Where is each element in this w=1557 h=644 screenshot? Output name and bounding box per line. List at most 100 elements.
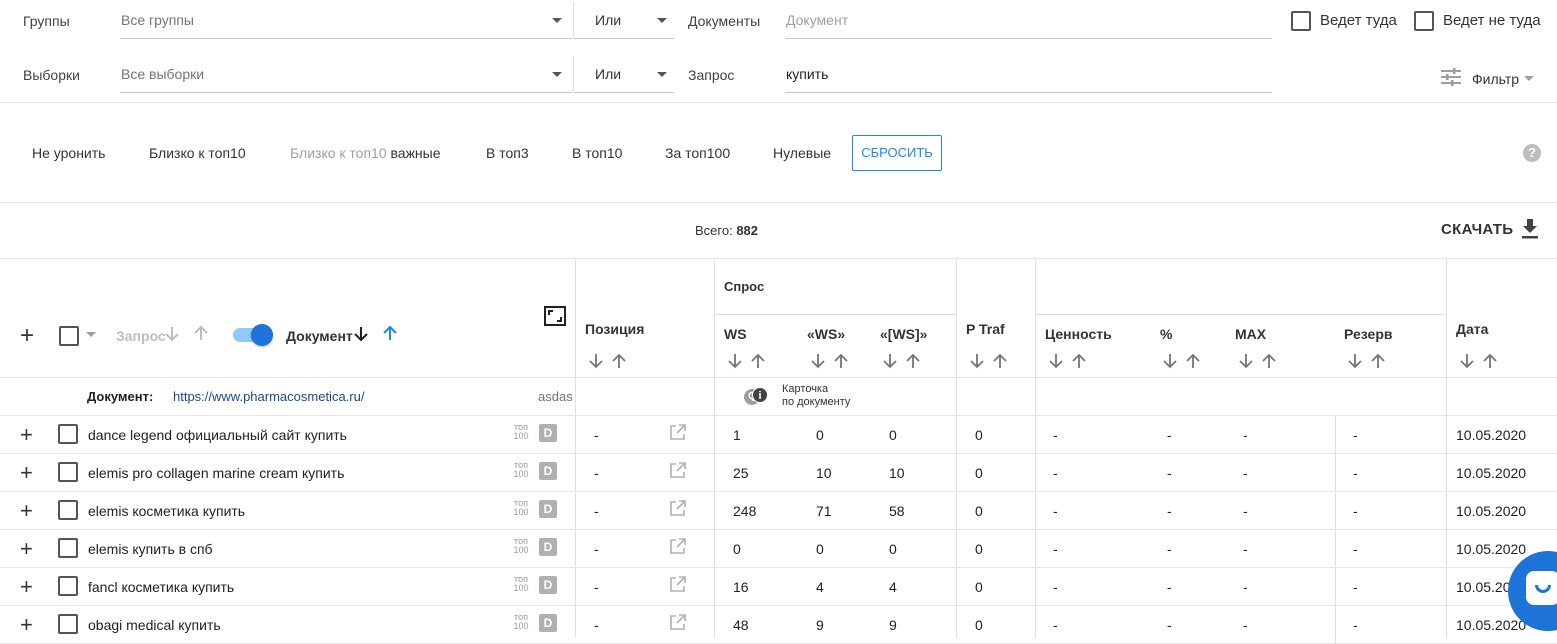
table-row[interactable]: + fancl косметика купить топ 100 D - 16 4… bbox=[0, 568, 1557, 606]
expand-all-icon[interactable]: + bbox=[20, 324, 34, 348]
percent-column-header[interactable]: % bbox=[1160, 326, 1172, 342]
max-sort-desc-icon[interactable] bbox=[1238, 353, 1254, 372]
chip-dont-drop[interactable]: Не уронить bbox=[32, 145, 105, 161]
chevron-down-icon[interactable] bbox=[86, 332, 96, 337]
sort-desc-icon[interactable] bbox=[353, 326, 369, 345]
select-all-checkbox[interactable] bbox=[59, 326, 79, 346]
filter-sliders-icon[interactable] bbox=[1441, 68, 1461, 89]
chip-close-to-top10-important[interactable]: Близко к топ10 важные bbox=[290, 145, 441, 161]
row-checkbox[interactable] bbox=[58, 538, 78, 558]
sort-desc-icon[interactable] bbox=[164, 326, 180, 345]
reserve-cell: - bbox=[1353, 503, 1358, 519]
open-external-icon[interactable] bbox=[669, 499, 687, 520]
max-sort-asc-icon[interactable] bbox=[1261, 353, 1277, 372]
chip-zero[interactable]: Нулевые bbox=[773, 145, 831, 161]
expand-row-icon[interactable]: + bbox=[20, 500, 33, 522]
value-sort-asc-icon[interactable] bbox=[1071, 353, 1087, 372]
reserve-sort-asc-icon[interactable] bbox=[1370, 353, 1386, 372]
or-select-2[interactable]: Или bbox=[574, 54, 674, 93]
row-checkbox[interactable] bbox=[58, 500, 78, 520]
position-sort-desc-icon[interactable] bbox=[588, 353, 604, 372]
quoted-ws-sort-desc-icon[interactable] bbox=[810, 353, 826, 372]
help-icon[interactable]: ? bbox=[1523, 144, 1541, 162]
row-checkbox[interactable] bbox=[58, 462, 78, 482]
download-icon[interactable] bbox=[1521, 219, 1539, 242]
document-toggle[interactable] bbox=[233, 324, 273, 346]
expand-row-icon[interactable]: + bbox=[20, 614, 33, 636]
document-column-header[interactable]: Документ bbox=[286, 328, 353, 344]
bracket-ws-sort-desc-icon[interactable] bbox=[882, 353, 898, 372]
row-checkbox[interactable] bbox=[58, 576, 78, 596]
leads-there-checkbox[interactable] bbox=[1291, 11, 1311, 31]
ws-sort-asc-icon[interactable] bbox=[750, 353, 766, 372]
chip-top3[interactable]: В топ3 bbox=[486, 145, 529, 161]
open-external-icon[interactable] bbox=[669, 537, 687, 558]
position-column-header[interactable]: Позиция bbox=[585, 321, 644, 337]
d-badge[interactable]: D bbox=[539, 538, 557, 556]
open-external-icon[interactable] bbox=[669, 613, 687, 634]
table-row[interactable]: + elemis косметика купить топ 100 D - 248… bbox=[0, 492, 1557, 530]
d-badge[interactable]: D bbox=[539, 462, 557, 480]
or-select-1[interactable]: Или bbox=[574, 0, 674, 39]
percent-cell: - bbox=[1167, 617, 1172, 633]
value-column-header[interactable]: Ценность bbox=[1045, 326, 1112, 342]
date-column-header[interactable]: Дата bbox=[1456, 321, 1488, 337]
reserve-sort-desc-icon[interactable] bbox=[1347, 353, 1363, 372]
document-card-link[interactable]: Карточка по документу bbox=[782, 383, 850, 409]
query-input[interactable]: купить bbox=[785, 54, 1272, 93]
download-button[interactable]: СКАЧАТЬ bbox=[1441, 221, 1513, 238]
ws-column-header[interactable]: WS bbox=[724, 326, 747, 342]
groups-select[interactable]: Все группы bbox=[120, 0, 572, 39]
chip-beyond-top100[interactable]: За топ100 bbox=[665, 145, 730, 161]
documents-input[interactable]: Документ bbox=[785, 0, 1272, 39]
percent-sort-asc-icon[interactable] bbox=[1185, 353, 1201, 372]
position-sort-asc-icon[interactable] bbox=[611, 353, 627, 372]
document-url-link[interactable]: https://www.pharmacosmetica.ru/ bbox=[173, 389, 364, 404]
bracket-ws-column-header[interactable]: «[WS]» bbox=[880, 326, 927, 342]
max-column-header[interactable]: MAX bbox=[1235, 326, 1266, 342]
d-badge[interactable]: D bbox=[539, 500, 557, 518]
expand-row-icon[interactable]: + bbox=[20, 462, 33, 484]
quoted-ws-sort-asc-icon[interactable] bbox=[833, 353, 849, 372]
value-cell: - bbox=[1053, 541, 1058, 557]
chip-close-to-top10[interactable]: Близко к топ10 bbox=[149, 145, 246, 161]
ptraf-sort-desc-icon[interactable] bbox=[969, 353, 985, 372]
query-value: купить bbox=[786, 66, 829, 82]
expand-row-icon[interactable]: + bbox=[20, 538, 33, 560]
ptraf-sort-asc-icon[interactable] bbox=[992, 353, 1008, 372]
table-row[interactable]: + obagi medical купить топ 100 D - 48 9 9… bbox=[0, 606, 1557, 644]
row-checkbox[interactable] bbox=[58, 424, 78, 444]
table-row[interactable]: + dance legend официальный сайт купить т… bbox=[0, 416, 1557, 454]
sort-asc-icon[interactable] bbox=[382, 325, 398, 344]
reserve-column-header[interactable]: Резерв bbox=[1344, 326, 1393, 342]
ptraf-column-header[interactable]: P Traf bbox=[966, 321, 1005, 337]
table-row[interactable]: + elemis купить в спб топ 100 D - 0 0 0 0… bbox=[0, 530, 1557, 568]
open-external-icon[interactable] bbox=[669, 461, 687, 482]
total-value: 882 bbox=[736, 223, 759, 238]
ws-sort-desc-icon[interactable] bbox=[727, 353, 743, 372]
open-external-icon[interactable] bbox=[669, 575, 687, 596]
sort-asc-icon[interactable] bbox=[193, 325, 209, 344]
open-external-icon[interactable] bbox=[669, 423, 687, 444]
row-checkbox[interactable] bbox=[58, 614, 78, 634]
leads-not-there-checkbox[interactable] bbox=[1414, 11, 1434, 31]
samples-select[interactable]: Все выборки bbox=[120, 54, 572, 93]
bracket-ws-sort-asc-icon[interactable] bbox=[905, 353, 921, 372]
quoted-ws-column-header[interactable]: «WS» bbox=[807, 326, 845, 342]
d-badge[interactable]: D bbox=[539, 614, 557, 632]
d-badge[interactable]: D bbox=[539, 576, 557, 594]
date-sort-desc-icon[interactable] bbox=[1459, 353, 1475, 372]
value-sort-desc-icon[interactable] bbox=[1048, 353, 1064, 372]
expand-row-icon[interactable]: + bbox=[20, 576, 33, 598]
query-column-header[interactable]: Запрос bbox=[116, 328, 166, 344]
table-row[interactable]: + elemis pro collagen marine cream купит… bbox=[0, 454, 1557, 492]
fullscreen-icon[interactable] bbox=[544, 306, 566, 329]
d-badge[interactable]: D bbox=[539, 424, 557, 442]
filter-label[interactable]: Фильтр bbox=[1472, 71, 1519, 87]
reset-button[interactable]: СБРОСИТЬ bbox=[852, 135, 942, 171]
chip-top10[interactable]: В топ10 bbox=[572, 145, 622, 161]
document-card-icon[interactable]: Q i bbox=[744, 387, 768, 407]
expand-row-icon[interactable]: + bbox=[20, 424, 33, 446]
percent-sort-desc-icon[interactable] bbox=[1162, 353, 1178, 372]
date-sort-asc-icon[interactable] bbox=[1482, 353, 1498, 372]
